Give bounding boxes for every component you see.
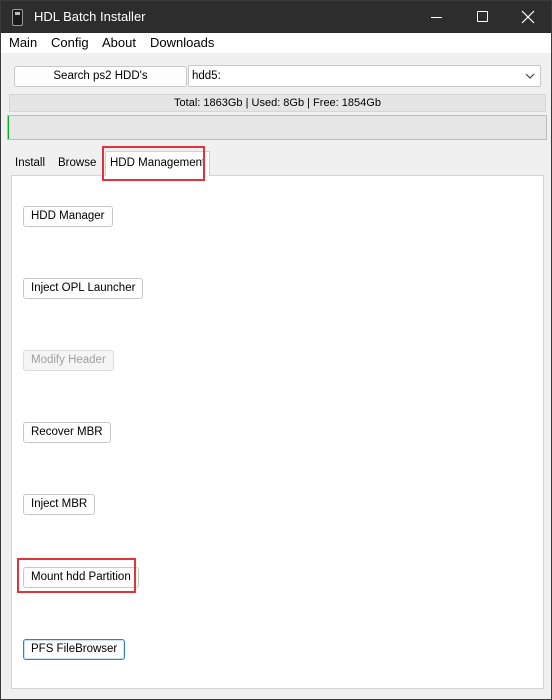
hdd-manager-button[interactable]: HDD Manager bbox=[23, 206, 113, 227]
progress-bar bbox=[7, 115, 547, 140]
app-window: HDL Batch Installer Main Config About Do… bbox=[0, 0, 552, 700]
inject-opl-launcher-button[interactable]: Inject OPL Launcher bbox=[23, 278, 144, 299]
window-title: HDL Batch Installer bbox=[34, 9, 146, 24]
drive-select-value: hdd5: bbox=[192, 70, 221, 82]
menu-about[interactable]: About bbox=[102, 35, 136, 50]
chevron-down-icon bbox=[525, 73, 535, 79]
hdd-status-text: Total: 1863Gb | Used: 8Gb | Free: 1854Gb bbox=[9, 94, 546, 112]
maximize-button[interactable] bbox=[459, 1, 505, 33]
menu-bar: Main Config About Downloads bbox=[1, 33, 551, 53]
menu-main[interactable]: Main bbox=[9, 35, 37, 50]
drive-select[interactable]: hdd5: bbox=[188, 65, 541, 87]
search-hdd-button[interactable]: Search ps2 HDD's bbox=[14, 66, 187, 87]
progress-fill bbox=[8, 116, 9, 139]
minimize-icon bbox=[431, 17, 442, 18]
title-bar[interactable]: HDL Batch Installer bbox=[1, 1, 551, 33]
mount-hdd-partition-button[interactable]: Mount hdd Partition bbox=[23, 567, 139, 588]
inject-mbr-button[interactable]: Inject MBR bbox=[23, 494, 96, 515]
close-button[interactable] bbox=[505, 1, 551, 33]
tab-strip: Install Browse HDD Management bbox=[9, 151, 546, 177]
pfs-filebrowser-button[interactable]: PFS FileBrowser bbox=[23, 639, 126, 660]
tab-hdd-management[interactable]: HDD Management bbox=[105, 151, 211, 176]
close-icon bbox=[521, 10, 535, 24]
recover-mbr-button[interactable]: Recover MBR bbox=[23, 422, 111, 443]
hdd-management-panel: HDD Manager Inject OPL Launcher Modify H… bbox=[11, 175, 544, 689]
tab-browse[interactable]: Browse bbox=[58, 157, 96, 169]
app-icon bbox=[12, 9, 23, 26]
tab-install[interactable]: Install bbox=[15, 157, 45, 169]
maximize-icon bbox=[477, 11, 488, 22]
menu-config[interactable]: Config bbox=[51, 35, 89, 50]
menu-downloads[interactable]: Downloads bbox=[150, 35, 214, 50]
modify-header-button[interactable]: Modify Header bbox=[23, 350, 114, 371]
minimize-button[interactable] bbox=[413, 1, 459, 33]
